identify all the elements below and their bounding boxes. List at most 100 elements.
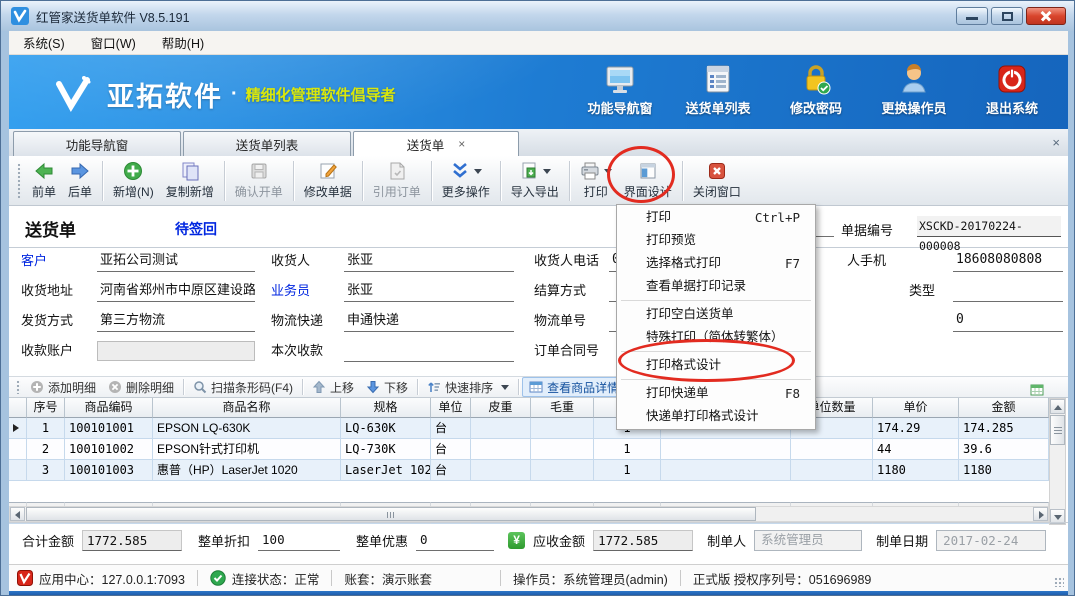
dropdown-arrow-icon (501, 385, 509, 390)
form-header: 送货单 待签回 0 单据编号 XSCKD-20170224-000008 (9, 206, 1068, 248)
menu-item-special-print[interactable]: 特殊打印（简体转繁体） (618, 326, 814, 349)
delete-detail-button[interactable]: 删除明细 (102, 377, 180, 397)
salesman-label[interactable]: 业务员 (271, 280, 310, 302)
tab-delivery-list[interactable]: 送货单列表 (183, 131, 351, 156)
app-logo-icon (11, 7, 29, 25)
vertical-scroll-thumb[interactable] (1050, 415, 1065, 445)
col4-row3-field[interactable]: 0 (953, 310, 1063, 332)
payment-field[interactable] (344, 340, 514, 362)
horizontal-scroll-thumb[interactable] (26, 507, 756, 521)
menu-separator (621, 379, 811, 380)
edit-doc-button[interactable]: 修改单据 (298, 159, 358, 203)
minimize-icon (966, 17, 978, 20)
menu-system[interactable]: 系统(S) (23, 33, 65, 52)
tab-delivery-note[interactable]: 送货单 × (353, 131, 519, 156)
salesman-field[interactable]: 张亚 (344, 280, 514, 302)
receiver-mobile-field[interactable]: 18608080808 (953, 250, 1063, 272)
brand-logo-icon (51, 72, 95, 116)
print-button[interactable]: 打印 (574, 159, 618, 203)
address-field[interactable]: 河南省郑州市中原区建设路 (97, 280, 255, 302)
minimize-button[interactable] (956, 7, 988, 25)
table-row[interactable]: 2 100101002 EPSON针式打印机 LQ-730K 台 1 44 39… (9, 439, 1049, 460)
receiver-field[interactable]: 张亚 (344, 250, 514, 272)
view-product-detail-button[interactable]: 查看商品详情 (522, 377, 626, 397)
plus-circle-icon (123, 161, 143, 181)
scroll-left-button[interactable] (10, 507, 25, 521)
menu-item-print-preview[interactable]: 打印预览 (618, 229, 814, 252)
scroll-right-button[interactable] (1033, 507, 1048, 521)
edit-icon (318, 161, 338, 181)
dropdown-arrow-icon (604, 169, 612, 174)
reduce-field[interactable]: 0 (416, 530, 494, 551)
add-detail-button[interactable]: 添加明细 (24, 377, 102, 397)
doc-no-field[interactable]: XSCKD-20170224-000008 (917, 216, 1061, 237)
receiver-label: 收货人 (271, 250, 310, 272)
sort-icon (427, 380, 441, 394)
col-gross[interactable]: 毛重 (531, 398, 594, 418)
move-down-button[interactable]: 下移 (360, 377, 414, 397)
confirm-open-button[interactable]: 确认开单 (229, 159, 289, 203)
quick-sort-button[interactable]: 快速排序 (421, 377, 515, 397)
import-export-button[interactable]: 导入导出 (505, 159, 565, 203)
menu-window[interactable]: 窗口(W) (91, 33, 136, 52)
tab-close-icon[interactable]: × (458, 137, 465, 151)
prev-doc-button[interactable]: 前单 (26, 159, 62, 203)
ui-design-button[interactable]: 界面设计 (618, 159, 678, 203)
menu-item-print-format-design[interactable]: 打印格式设计 (618, 354, 814, 377)
menu-item-express-print-format-design[interactable]: 快递单打印格式设计 (618, 405, 814, 428)
table-row[interactable]: 3 100101003 惠普（HP）LaserJet 1020 LaserJet… (9, 460, 1049, 481)
close-button[interactable] (1026, 7, 1066, 25)
banner-change-password-button[interactable]: 修改密码 (774, 63, 858, 117)
ship-method-field[interactable]: 第三方物流 (97, 310, 255, 332)
move-up-button[interactable]: 上移 (306, 377, 360, 397)
grid-vertical-scrollbar[interactable] (1049, 398, 1066, 525)
next-doc-button[interactable]: 后单 (62, 159, 98, 203)
col-code[interactable]: 商品编码 (65, 398, 153, 418)
resize-grip[interactable] (1054, 577, 1064, 587)
document-icon (387, 161, 407, 181)
tab-nav-window[interactable]: 功能导航窗 (13, 131, 181, 156)
banner-switch-operator-button[interactable]: 更换操作员 (872, 63, 956, 117)
close-window-button[interactable]: 关闭窗口 (687, 159, 747, 203)
payment-label: 本次收款 (271, 340, 323, 362)
logistics-field[interactable]: 申通快递 (344, 310, 514, 332)
menu-item-select-format-print[interactable]: 选择格式打印F7 (618, 252, 814, 275)
type-field[interactable] (953, 280, 1063, 302)
discount-field[interactable]: 100 (258, 530, 340, 551)
customer-field[interactable]: 亚拓公司测试 (97, 250, 255, 272)
menu-item-print[interactable]: 打印Ctrl+P (618, 206, 814, 229)
grid-horizontal-scrollbar[interactable] (9, 506, 1049, 522)
remove-circle-icon (108, 380, 122, 394)
table-row[interactable]: 1 100101001 EPSON LQ-630K LQ-630K 台 1 17… (9, 418, 1049, 439)
col-price[interactable]: 单价 (873, 398, 959, 418)
col-name[interactable]: 商品名称 (153, 398, 341, 418)
double-chevron-down-icon (450, 161, 470, 181)
scan-barcode-button[interactable]: 扫描条形码(F4) (187, 377, 299, 397)
copy-new-button[interactable]: 复制新增 (160, 159, 220, 203)
customer-label[interactable]: 客户 (21, 250, 47, 272)
more-actions-button[interactable]: 更多操作 (436, 159, 496, 203)
make-date-field: 2017-02-24 (936, 530, 1046, 551)
tabstrip-close-icon[interactable]: × (1052, 135, 1060, 150)
col-unit[interactable]: 单位 (431, 398, 471, 418)
col-seq[interactable]: 序号 (27, 398, 65, 418)
detail-extra-button[interactable] (1024, 380, 1050, 400)
menu-item-view-print-record[interactable]: 查看单据打印记录 (618, 275, 814, 298)
magnifier-icon (193, 380, 207, 394)
menu-item-print-blank-note[interactable]: 打印空白送货单 (618, 303, 814, 326)
col-amount[interactable]: 金额 (959, 398, 1049, 418)
menu-item-print-express-sheet[interactable]: 打印快递单F8 (618, 382, 814, 405)
scroll-up-button[interactable] (1050, 399, 1065, 414)
quote-order-button[interactable]: 引用订单 (367, 159, 427, 203)
new-doc-button[interactable]: 新增(N) (107, 159, 160, 203)
account-field[interactable] (97, 341, 255, 361)
col-spec[interactable]: 规格 (341, 398, 431, 418)
maximize-button[interactable] (991, 7, 1023, 25)
banner-nav-window-button[interactable]: 功能导航窗 (578, 63, 662, 117)
menu-help[interactable]: 帮助(H) (162, 33, 204, 52)
monitor-icon (604, 63, 636, 95)
col-tare[interactable]: 皮重 (471, 398, 531, 418)
banner-exit-system-button[interactable]: 退出系统 (970, 63, 1054, 117)
status-license: 正式版 授权序列号：051696989 (693, 569, 872, 588)
banner-delivery-list-button[interactable]: 送货单列表 (676, 63, 760, 117)
